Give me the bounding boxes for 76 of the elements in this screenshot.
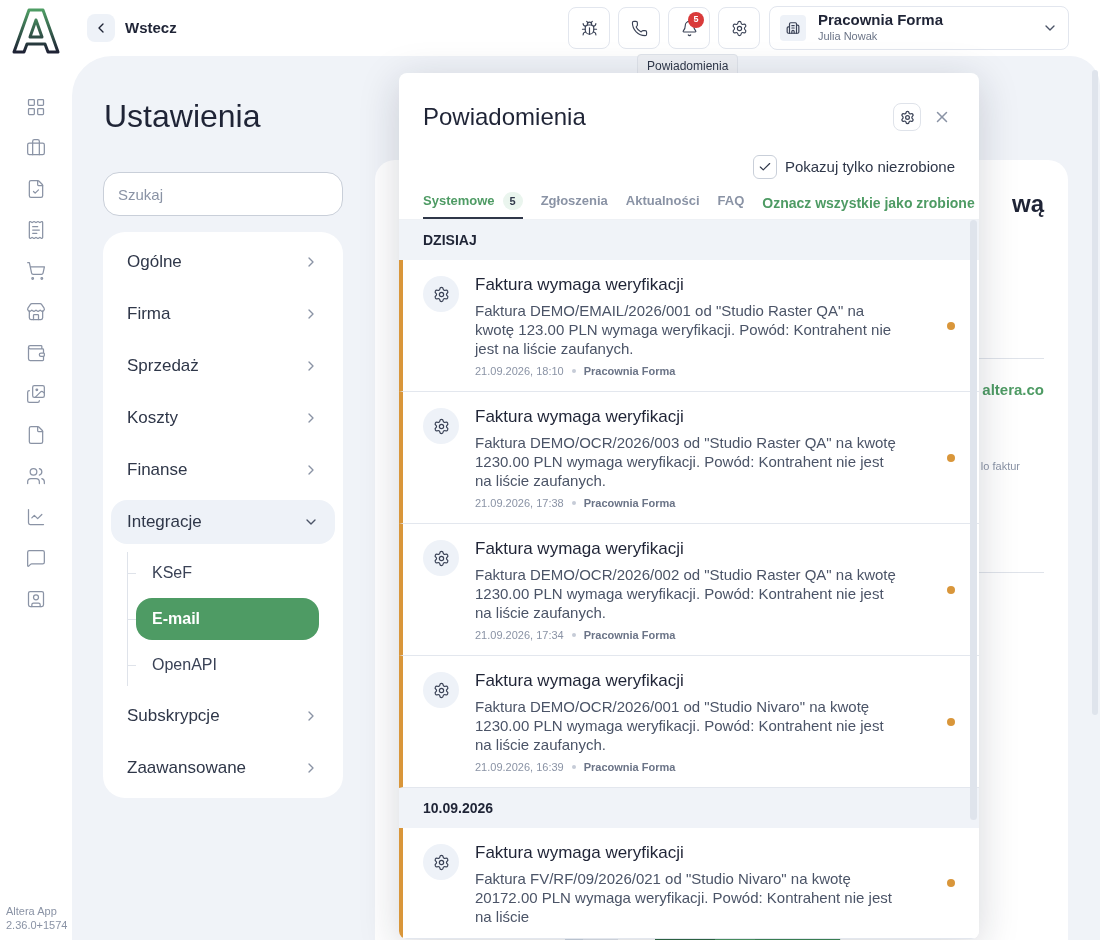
grid-icon[interactable] [26,96,46,117]
notification-item[interactable]: Faktura wymaga weryfikacji Faktura DEMO/EMAIL/2026/001 od "Studio Raster QA" na kwotę 123.00 PLN wymaga weryfikacji. Powód: Kontrahent nie jest na liście zaufanych. 21.09.2026, 18:10 Pracownia Forma [399,260,979,392]
notification-company: Pracownia Forma [583,363,676,379]
gear-icon [423,540,459,576]
notification-company: Pracownia Forma [583,495,676,511]
bell-button[interactable]: 5 [668,7,710,49]
store-icon[interactable] [26,301,46,322]
back-button[interactable]: Wstecz [87,14,177,42]
wallet-icon[interactable] [26,342,46,363]
scrollbar-icon [1092,70,1098,715]
document-check-icon[interactable] [26,178,46,199]
settings-button[interactable] [893,103,921,131]
images-icon[interactable] [26,383,46,404]
date-group-header: 10.09.2026 [399,788,979,828]
notification-item[interactable]: Faktura wymaga weryfikacji Faktura DEMO/OCR/2026/002 od "Studio Raster QA" na kwotę 1230.00 PLN wymaga weryfikacji. Powód: Kontrahent nie jest na liście zaufanych. 21.09.2026, 17:34 Pracownia Forma [399,524,979,656]
chat-icon[interactable] [26,547,46,568]
gear-icon [423,276,459,312]
settings-submenu-item[interactable]: KSeF [136,552,319,594]
notification-body: Faktura DEMO/OCR/2026/002 od "Studio Raster QA" na kwotę 1230.00 PLN wymaga weryfikacji. Powód: Kontrahent nie jest na liście zaufanych. [475,564,897,622]
account-name: Pracownia Forma [818,12,944,28]
heading-fragment: wą [1012,189,1044,219]
app-version: 2.36.0+1574 [6,918,68,932]
gear-icon [423,672,459,708]
account-user: Julia Nowak [818,29,878,44]
account-switcher[interactable]: Pracownia Forma Julia Nowak [769,6,1069,50]
date-group-header: DZISIAJ [399,220,979,260]
building-icon [780,15,806,41]
phone-button[interactable] [618,7,660,49]
notification-title: Faktura wymaga weryfikacji [475,274,685,296]
tab-count: 5 [502,191,523,211]
gear-icon [423,844,459,880]
notification-body: Faktura DEMO/OCR/2026/003 od "Studio Raster QA" na kwotę 1230.00 PLN wymaga weryfikacji. Powód: Kontrahent nie jest na liście zaufanych. [475,432,897,490]
users-icon[interactable] [26,465,46,486]
notification-time: 21.09.2026, 17:34 [475,627,564,643]
settings-button[interactable] [718,7,760,49]
notification-time: 21.09.2026, 16:39 [475,759,564,775]
check-icon [757,160,772,174]
logo-icon [12,8,60,54]
email-link-fragment[interactable]: altera.co [982,379,1044,402]
bug-button[interactable] [568,7,610,49]
notification-item[interactable]: Faktura wymaga weryfikacji Faktura DEMO/OCR/2026/001 od "Studio Nivaro" na kwotę 1230.00 PLN wymaga weryfikacji. Powód: Kontrahent nie jest na liście zaufanych. 21.09.2026, 16:39 Pracownia Forma [399,656,979,788]
notification-time: 21.09.2026, 18:10 [475,363,564,379]
receipt-icon[interactable] [26,219,46,240]
phone-icon [630,19,648,37]
notification-badge: 5 [688,12,704,28]
scrollbar-icon [970,220,977,820]
notification-item[interactable]: Faktura wymaga weryfikacji Faktura DEMO/OCR/2026/003 od "Studio Raster QA" na kwotę 1230.00 PLN wymaga weryfikacji. Powód: Kontrahent nie jest na liście zaufanych. 21.09.2026, 17:38 Pracownia Forma [399,392,979,524]
gear-icon [423,408,459,444]
gear-icon [899,109,915,125]
settings-menu-item[interactable]: Integracje [111,500,335,544]
file-icon[interactable] [26,424,46,445]
filter-checkbox[interactable]: Pokazuj tylko niezrobione [752,155,955,179]
settings-icon [730,19,748,37]
chevron-left-icon [87,14,115,42]
notification-body: Faktura DEMO/OCR/2026/001 od "Studio Nivaro" na kwotę 1230.00 PLN wymaga weryfikacji. Powód: Kontrahent nie jest na liście zaufanych. [475,696,885,754]
notification-item[interactable]: Faktura wymaga weryfikacji Faktura FV/RF/09/2026/021 od "Studio Nivaro" na kwotę 20172.00 PLN wymaga weryfikacji. Powód: Kontrahent nie jest na liście [399,828,979,939]
notification-body: Faktura FV/RF/09/2026/021 od "Studio Nivaro" na kwotę 20172.00 PLN wymaga weryfikacji. Powód: Kontrahent nie jest na liście [475,868,893,926]
notification-title: Faktura wymaga weryfikacji [475,670,685,692]
user-badge-icon[interactable] [26,588,46,609]
notification-company: Pracownia Forma [583,759,676,775]
bug-icon [580,19,598,37]
briefcase-icon[interactable] [26,137,46,158]
panel-title: Powiadomienia [423,102,586,132]
search-field[interactable]: Szukaj [103,172,343,216]
notification-company: Pracownia Forma [583,627,676,643]
notification-title: Faktura wymaga weryfikacji [475,406,685,428]
notification-body: Faktura DEMO/EMAIL/2026/001 od "Studio Raster QA" na kwotę 123.00 PLN wymaga weryfikacji. Powód: Kontrahent nie jest na liście zaufanych. [475,300,893,358]
settings-submenu-item[interactable]: OpenAPI [136,644,319,686]
text-fragment: lo faktur [980,458,1021,474]
notification-time: 21.09.2026, 17:38 [475,495,564,511]
app-name: Altera App [6,904,58,918]
line-chart-icon[interactable] [26,506,46,527]
cart-icon[interactable] [26,260,46,281]
notification-title: Faktura wymaga weryfikacji [475,538,685,560]
notification-title: Faktura wymaga weryfikacji [475,842,685,864]
page-title: Ustawienia [104,97,262,136]
